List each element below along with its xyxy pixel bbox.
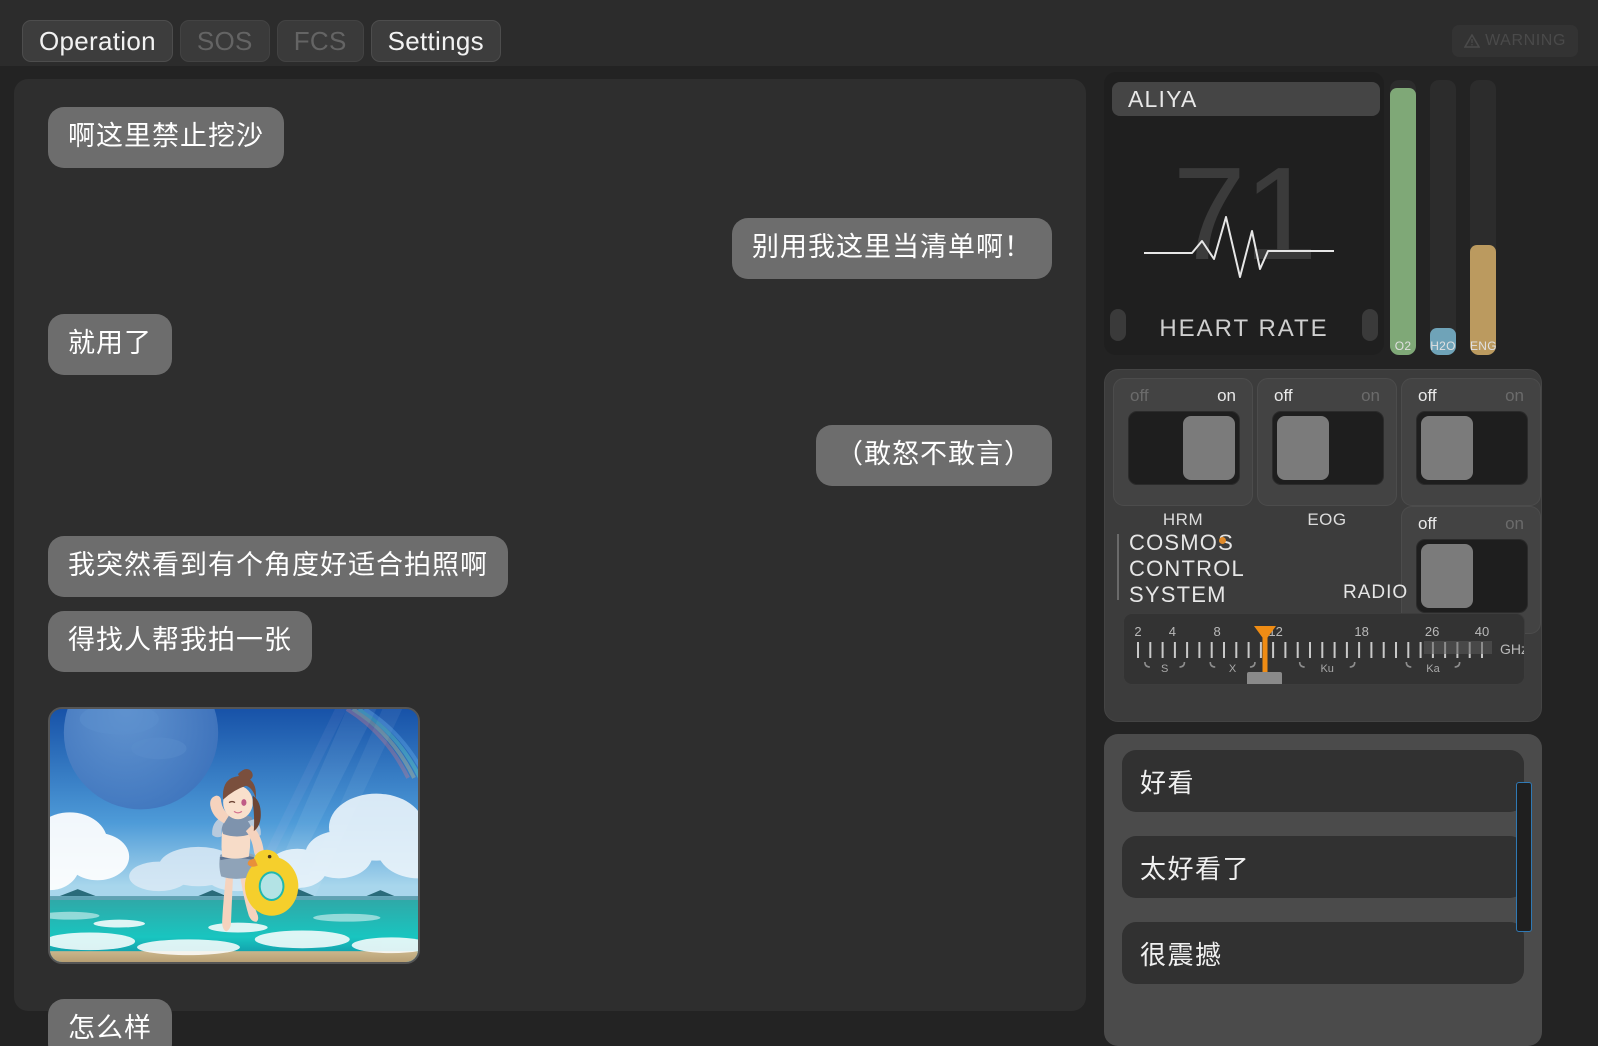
crew-name-label: ALIYA bbox=[1128, 85, 1198, 112]
switch-eog[interactable]: off on EOG bbox=[1257, 378, 1397, 529]
beach-photo-attachment[interactable] bbox=[48, 707, 420, 964]
message-row-image bbox=[48, 707, 1052, 964]
warning-badge[interactable]: WARNING bbox=[1452, 25, 1578, 57]
switch-name: HRM bbox=[1162, 510, 1204, 529]
tab-settings[interactable]: Settings bbox=[370, 20, 501, 62]
gauge-o2[interactable]: O2 bbox=[1390, 80, 1416, 355]
switch-name: EOG bbox=[1307, 510, 1347, 529]
system-title-line3: SYSTEM bbox=[1129, 582, 1227, 607]
svg-text:18: 18 bbox=[1354, 624, 1368, 639]
message-row: （敢怒不敢言） bbox=[48, 425, 1052, 486]
svg-text:26: 26 bbox=[1425, 624, 1439, 639]
list-item-label: 很震撼 bbox=[1140, 939, 1223, 970]
switch-eh[interactable]: off on EH bbox=[1401, 378, 1541, 529]
switch-on-label: on bbox=[1505, 514, 1524, 533]
switch-off-label: off bbox=[1130, 386, 1149, 405]
message-row: 怎么样 bbox=[48, 999, 1052, 1046]
accent-bar bbox=[1117, 534, 1119, 600]
switch-knob[interactable] bbox=[1183, 416, 1235, 480]
gauge-label: H2O bbox=[1430, 339, 1456, 353]
message-row: 得找人帮我拍一张 bbox=[48, 611, 1052, 672]
list-item[interactable]: 太好看了 bbox=[1122, 836, 1524, 898]
heart-rate-label: HEART RATE bbox=[1159, 315, 1329, 342]
switch-knob[interactable] bbox=[1277, 416, 1329, 480]
message-row: 就用了 bbox=[48, 314, 1052, 375]
gauge-eng[interactable]: ENG bbox=[1470, 80, 1496, 355]
frequency-scale[interactable]: 24812182640 SXKuKa GHz bbox=[1124, 614, 1524, 684]
list-item-label: 好看 bbox=[1140, 767, 1196, 798]
frequency-slider-handle bbox=[1247, 672, 1282, 684]
svg-text:X: X bbox=[1229, 663, 1237, 675]
chat-panel: 啊这里禁止挖沙 别用我这里当清单啊！ 就用了 （敢怒不敢言） 我突然看到有个角度… bbox=[14, 79, 1086, 1046]
app-root: Operation SOS FCS Settings WARNING 啊这里禁止… bbox=[0, 0, 1598, 1046]
svg-text:S: S bbox=[1161, 663, 1168, 675]
chat-bubble[interactable]: 别用我这里当清单啊！ bbox=[732, 218, 1052, 279]
right-sidebar: ALIYA 71 HEART RATE O2 H2O ENG off on HR… bbox=[1098, 72, 1588, 1046]
switch-track[interactable] bbox=[1416, 411, 1528, 485]
switch-track[interactable] bbox=[1128, 411, 1240, 485]
switch-knob[interactable] bbox=[1421, 416, 1473, 480]
ecg-waveform-icon bbox=[1144, 216, 1334, 278]
chat-bubble[interactable]: 得找人帮我拍一张 bbox=[48, 611, 312, 672]
gauge-fill bbox=[1390, 88, 1416, 355]
svg-text:Ku: Ku bbox=[1320, 663, 1333, 675]
list-item-label: 太好看了 bbox=[1140, 853, 1251, 884]
svg-text:2: 2 bbox=[1134, 624, 1141, 639]
frequency-selector[interactable]: 24812182640 SXKuKa GHz bbox=[1123, 613, 1525, 685]
chat-bubble[interactable]: 怎么样 bbox=[48, 999, 172, 1046]
chat-bubble[interactable]: 啊这里禁止挖沙 bbox=[48, 107, 284, 168]
vitals-panel: ALIYA 71 HEART RATE bbox=[1104, 72, 1384, 355]
system-title-line2: CONTROL bbox=[1129, 556, 1245, 581]
tab-bar: Operation SOS FCS Settings bbox=[22, 20, 501, 62]
switch-track[interactable] bbox=[1272, 411, 1384, 485]
switch-hrm[interactable]: off on HRM bbox=[1113, 378, 1253, 529]
system-title-line1: COSMOS bbox=[1129, 530, 1234, 555]
switch-on-label: on bbox=[1217, 386, 1236, 405]
switch-state-labels: off on bbox=[1402, 386, 1540, 406]
switch-track[interactable] bbox=[1416, 539, 1528, 613]
warning-label: WARNING bbox=[1485, 32, 1566, 49]
chat-bubble[interactable]: 就用了 bbox=[48, 314, 172, 375]
svg-text:8: 8 bbox=[1214, 624, 1221, 639]
resource-gauges: O2 H2O ENG bbox=[1390, 80, 1580, 355]
system-title-block: COSMOS CONTROL SYSTEM bbox=[1117, 530, 1245, 608]
message-row: 啊这里禁止挖沙 bbox=[48, 107, 1052, 168]
message-row: 别用我这里当清单啊！ bbox=[48, 218, 1052, 279]
warning-triangle-icon bbox=[1464, 34, 1481, 48]
tab-operation[interactable]: Operation bbox=[22, 20, 173, 62]
status-dot-icon bbox=[1219, 537, 1226, 544]
chat-bubble[interactable]: 我突然看到有个角度好适合拍照啊 bbox=[48, 536, 508, 597]
quick-reply-panel: 好看 太好看了 很震撼 bbox=[1104, 734, 1542, 1046]
message-row: 我突然看到有个角度好适合拍照啊 bbox=[48, 536, 1052, 597]
chat-bubble[interactable]: （敢怒不敢言） bbox=[816, 425, 1052, 486]
tab-fcs[interactable]: FCS bbox=[276, 20, 364, 62]
svg-text:Ka: Ka bbox=[1426, 663, 1440, 675]
crew-name-field[interactable]: ALIYA bbox=[1112, 82, 1380, 116]
list-scrollbar[interactable] bbox=[1516, 782, 1532, 932]
beach-illustration bbox=[50, 709, 418, 962]
switch-on-label: on bbox=[1361, 386, 1380, 405]
gauge-label: O2 bbox=[1394, 339, 1412, 353]
switch-off-label: off bbox=[1418, 514, 1437, 533]
switch-off-label: off bbox=[1274, 386, 1293, 405]
radio-label: RADIO bbox=[1343, 582, 1409, 603]
switch-state-labels: off on bbox=[1258, 386, 1396, 406]
list-item[interactable]: 很震撼 bbox=[1122, 922, 1524, 984]
gauge-label: ENG bbox=[1470, 339, 1496, 353]
switch-on-label: on bbox=[1505, 386, 1524, 405]
control-panel: off on HRM off on EOG off on off on COSM… bbox=[1104, 369, 1542, 722]
list-item[interactable]: 好看 bbox=[1122, 750, 1524, 812]
svg-text:4: 4 bbox=[1169, 624, 1176, 639]
switch-knob[interactable] bbox=[1421, 544, 1473, 608]
tab-sos[interactable]: SOS bbox=[179, 20, 270, 62]
message-list[interactable]: 啊这里禁止挖沙 别用我这里当清单啊！ 就用了 （敢怒不敢言） 我突然看到有个角度… bbox=[14, 79, 1086, 1046]
switch-state-labels: off on bbox=[1402, 514, 1540, 534]
switch-state-labels: off on bbox=[1114, 386, 1252, 406]
switch-off-label: off bbox=[1418, 386, 1437, 405]
gauge-h2o[interactable]: H2O bbox=[1430, 80, 1456, 355]
svg-text:40: 40 bbox=[1475, 624, 1489, 639]
top-navigation-bar: Operation SOS FCS Settings WARNING bbox=[0, 0, 1598, 66]
frequency-unit: GHz bbox=[1500, 641, 1524, 657]
